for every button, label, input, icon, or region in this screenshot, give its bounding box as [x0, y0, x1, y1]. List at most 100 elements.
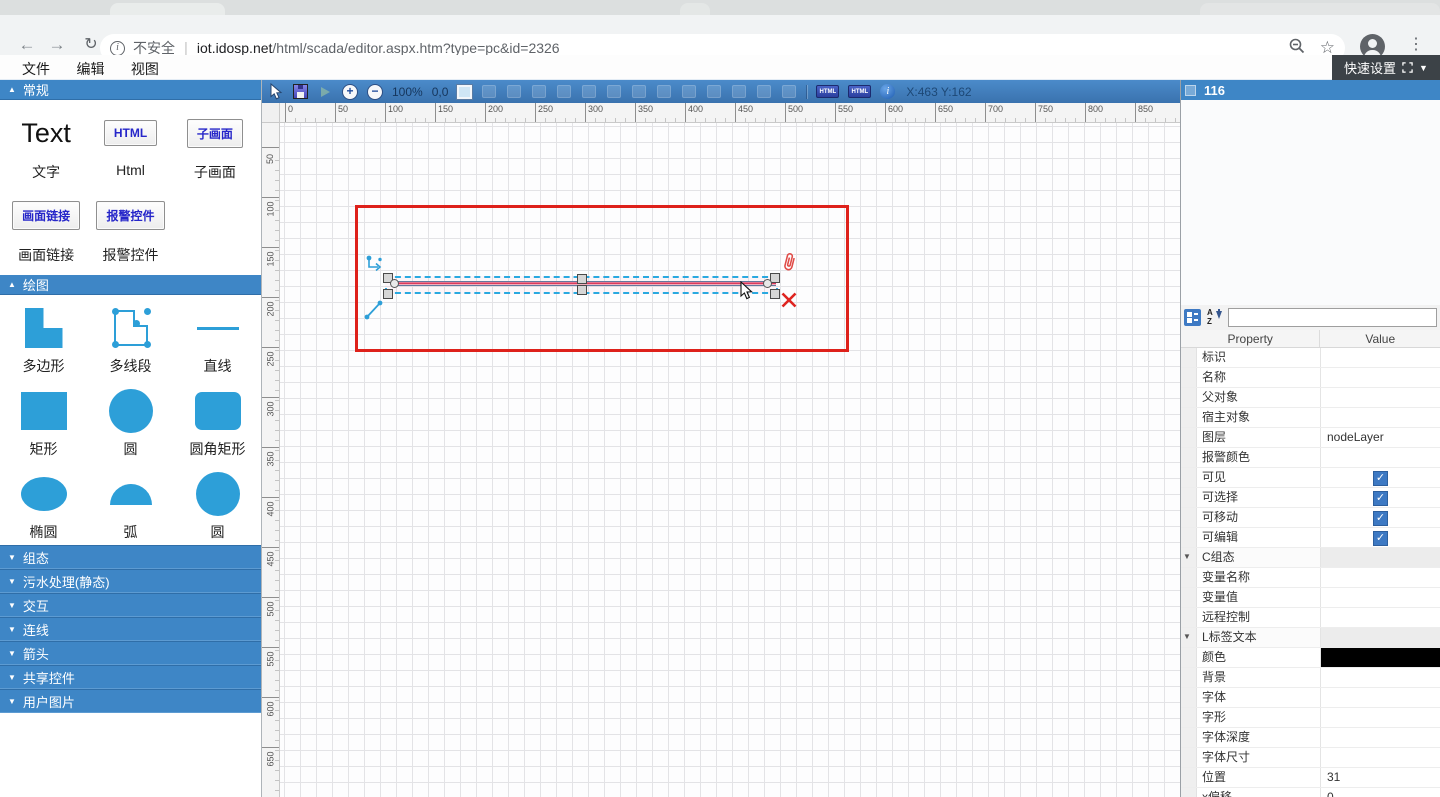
- zoom-in-button[interactable]: +: [342, 84, 358, 100]
- shape-tool[interactable]: 多线段: [87, 303, 174, 386]
- browser-tab[interactable]: [110, 3, 225, 15]
- endpoint-handle[interactable]: [763, 279, 772, 288]
- property-row[interactable]: 字形: [1181, 708, 1440, 728]
- canvas-settings-button[interactable]: [457, 85, 472, 99]
- collapsed-section-header[interactable]: ▼ 连线: [0, 617, 261, 641]
- palette-tool[interactable]: Text 文字: [4, 110, 88, 193]
- property-value[interactable]: [1321, 508, 1440, 527]
- property-column-header[interactable]: Property: [1181, 330, 1320, 347]
- endpoint-handle[interactable]: [390, 279, 399, 288]
- section-header-general[interactable]: ▲ 常规: [0, 80, 261, 100]
- run-preview-button[interactable]: [321, 87, 330, 97]
- toolbar-disabled-icon[interactable]: [632, 85, 646, 98]
- collapsed-section-header[interactable]: ▼ 共享控件: [0, 665, 261, 689]
- section-header-drawing[interactable]: ▲ 绘图: [0, 275, 261, 295]
- quick-settings-button[interactable]: 快速设置 ▼: [1332, 55, 1440, 80]
- property-row[interactable]: 位置 31: [1181, 768, 1440, 788]
- property-value[interactable]: [1321, 588, 1440, 607]
- property-value[interactable]: [1321, 668, 1440, 687]
- connector-tool-icon[interactable]: [365, 254, 385, 279]
- line-anchor-icon[interactable]: [363, 297, 385, 326]
- browser-tab[interactable]: [1200, 3, 1440, 15]
- shape-tool[interactable]: 多边形: [0, 303, 87, 386]
- collapsed-section-header[interactable]: ▼ 箭头: [0, 641, 261, 665]
- property-row[interactable]: C组态: [1181, 548, 1440, 568]
- property-row[interactable]: 可移动: [1181, 508, 1440, 528]
- menu-item[interactable]: 视图: [131, 55, 159, 83]
- palette-tool[interactable]: 报警控件 报警控件: [88, 193, 172, 276]
- browser-tab[interactable]: [680, 3, 710, 15]
- property-row[interactable]: 报警颜色: [1181, 448, 1440, 468]
- toolbar-disabled-icon[interactable]: [507, 85, 521, 98]
- resize-handle[interactable]: [577, 285, 587, 295]
- property-value[interactable]: [1321, 608, 1440, 627]
- property-value[interactable]: [1321, 688, 1440, 707]
- info-button[interactable]: i: [880, 84, 895, 99]
- toolbar-disabled-icon[interactable]: [607, 85, 621, 98]
- property-row[interactable]: x偏移 0: [1181, 788, 1440, 797]
- property-value[interactable]: [1321, 348, 1440, 367]
- property-row[interactable]: 变量值: [1181, 588, 1440, 608]
- property-value[interactable]: [1321, 748, 1440, 767]
- property-value[interactable]: [1321, 648, 1440, 667]
- menu-item[interactable]: 文件: [22, 55, 50, 83]
- html-source-button[interactable]: HTML: [848, 85, 871, 98]
- save-button[interactable]: [293, 84, 308, 99]
- collapsed-section-header[interactable]: ▼ 污水处理(静态): [0, 569, 261, 593]
- shape-tool[interactable]: 椭圆: [0, 469, 87, 552]
- property-row[interactable]: 可编辑: [1181, 528, 1440, 548]
- menu-item[interactable]: 编辑: [76, 55, 104, 83]
- toolbar-disabled-icon[interactable]: [532, 85, 546, 98]
- toolbar-disabled-icon[interactable]: [757, 85, 771, 98]
- zoom-out-button[interactable]: −: [367, 84, 383, 100]
- shape-tool[interactable]: 弧: [87, 469, 174, 552]
- collapsed-section-header[interactable]: ▼ 用户图片: [0, 689, 261, 713]
- toolbar-disabled-icon[interactable]: [482, 85, 496, 98]
- shape-tool[interactable]: 圆: [87, 386, 174, 469]
- property-value[interactable]: [1321, 728, 1440, 747]
- property-value[interactable]: [1321, 568, 1440, 587]
- toolbar-disabled-icon[interactable]: [707, 85, 721, 98]
- property-value[interactable]: [1321, 548, 1440, 567]
- property-row[interactable]: L标签文本: [1181, 628, 1440, 648]
- toolbar-disabled-icon[interactable]: [657, 85, 671, 98]
- property-row[interactable]: 字体尺寸: [1181, 748, 1440, 768]
- property-value[interactable]: [1321, 408, 1440, 427]
- property-filter-input[interactable]: [1228, 308, 1437, 327]
- toolbar-disabled-icon[interactable]: [732, 85, 746, 98]
- toolbar-disabled-icon[interactable]: [782, 85, 796, 98]
- property-value[interactable]: [1321, 468, 1440, 487]
- property-row[interactable]: 变量名称: [1181, 568, 1440, 588]
- design-canvas[interactable]: [280, 123, 1180, 797]
- sort-alphabetical-icon[interactable]: [1206, 309, 1223, 326]
- shape-tool[interactable]: 直线: [174, 303, 261, 386]
- toolbar-disabled-icon[interactable]: [557, 85, 571, 98]
- property-value[interactable]: [1321, 388, 1440, 407]
- property-row[interactable]: 名称: [1181, 368, 1440, 388]
- attach-variable-icon[interactable]: [781, 251, 798, 273]
- property-row[interactable]: 远程控制: [1181, 608, 1440, 628]
- property-row[interactable]: 可选择: [1181, 488, 1440, 508]
- collapsed-section-header[interactable]: ▼ 交互: [0, 593, 261, 617]
- property-row[interactable]: 可见: [1181, 468, 1440, 488]
- resize-handle[interactable]: [577, 274, 587, 284]
- property-row[interactable]: 字体: [1181, 688, 1440, 708]
- property-row[interactable]: 图层 nodeLayer: [1181, 428, 1440, 448]
- property-value[interactable]: [1321, 528, 1440, 547]
- property-value[interactable]: 31: [1321, 768, 1440, 787]
- property-value[interactable]: 0: [1321, 788, 1440, 797]
- palette-tool[interactable]: 子画面 子画面: [173, 110, 257, 193]
- page-info-icon[interactable]: i: [110, 41, 125, 56]
- select-cursor-tool[interactable]: [268, 84, 284, 100]
- toolbar-disabled-icon[interactable]: [582, 85, 596, 98]
- property-value[interactable]: [1321, 368, 1440, 387]
- value-column-header[interactable]: Value: [1320, 330, 1440, 347]
- property-row[interactable]: 父对象: [1181, 388, 1440, 408]
- property-row[interactable]: 背景: [1181, 668, 1440, 688]
- property-value[interactable]: [1321, 628, 1440, 647]
- categorized-view-icon[interactable]: [1184, 309, 1201, 326]
- browser-tab-strip[interactable]: [0, 0, 1440, 15]
- property-row[interactable]: 字体深度: [1181, 728, 1440, 748]
- property-row[interactable]: 颜色: [1181, 648, 1440, 668]
- property-value[interactable]: [1321, 488, 1440, 507]
